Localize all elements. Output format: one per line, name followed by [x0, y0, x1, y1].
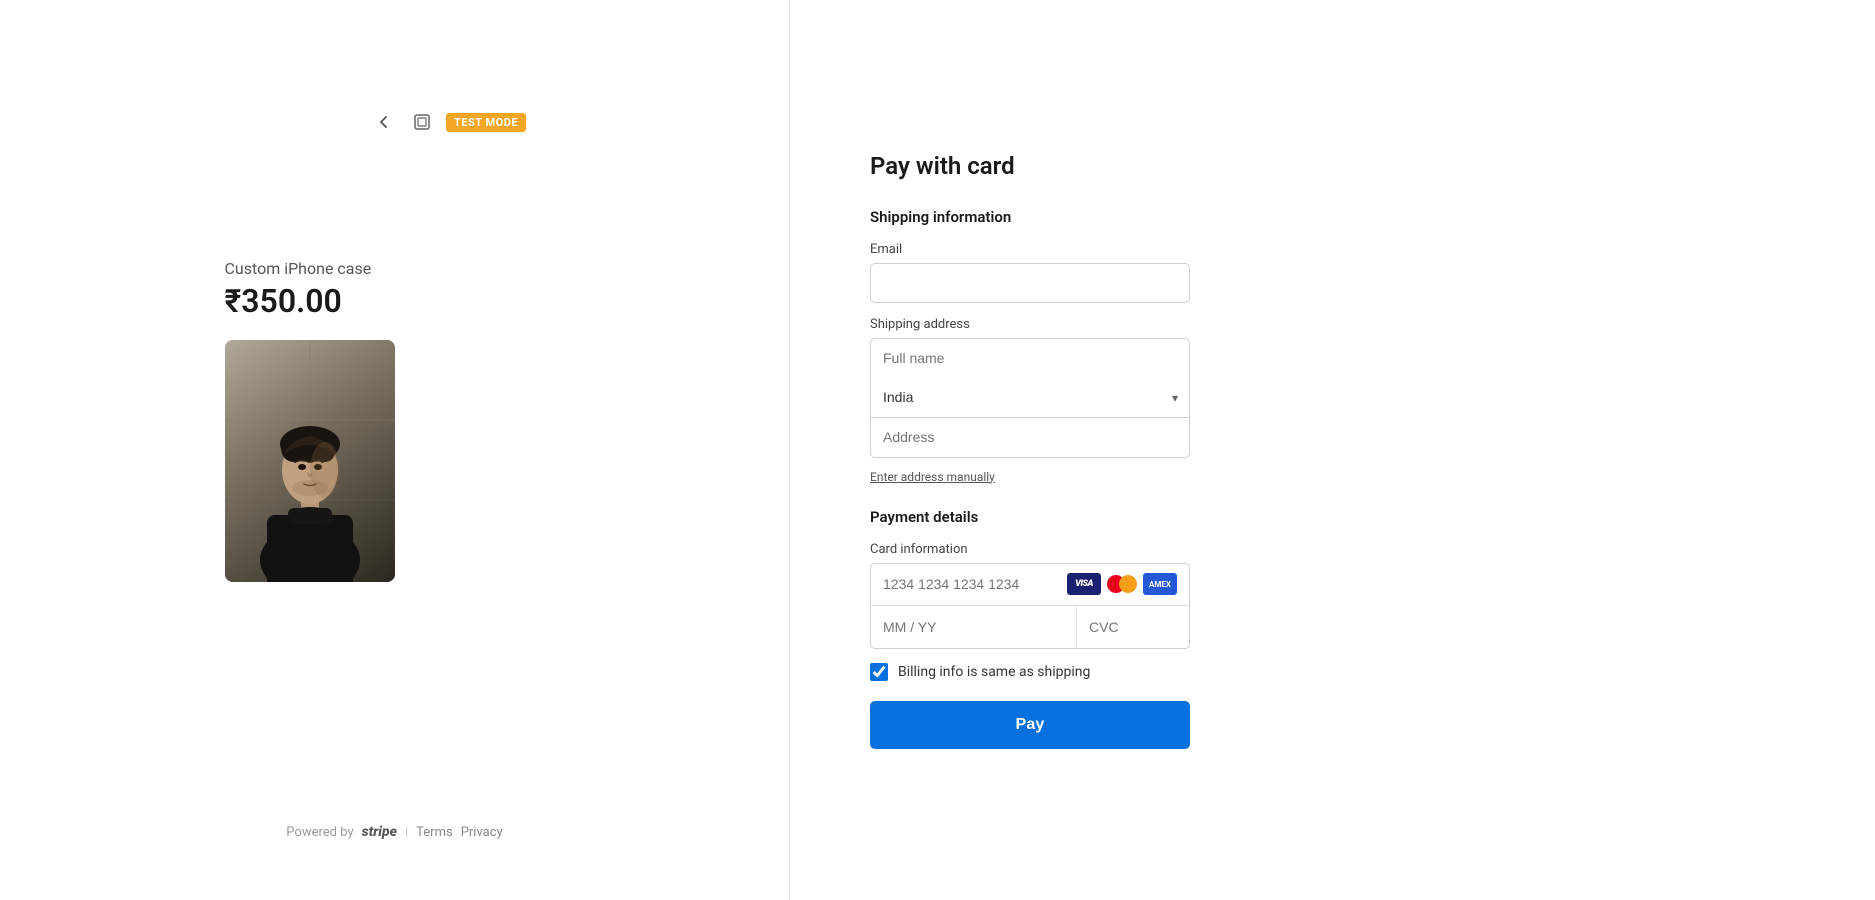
back-button[interactable]	[370, 108, 398, 136]
country-select[interactable]: India United States United Kingdom Canad…	[870, 378, 1190, 418]
email-label: Email	[870, 242, 1190, 257]
card-info-wrapper: VISA AMEX	[870, 563, 1190, 649]
stripe-logo: stripe	[362, 824, 397, 840]
expand-button[interactable]	[408, 108, 436, 136]
fullname-input[interactable]	[870, 338, 1190, 378]
pay-button[interactable]: Pay	[870, 701, 1190, 749]
shipping-section-title: Shipping information	[870, 208, 1011, 226]
left-panel: TEST MODE Custom iPhone case ₹350.00	[0, 0, 790, 900]
shipping-address-group: Shipping address India United States Uni…	[870, 317, 1190, 458]
billing-same-checkbox[interactable]	[870, 663, 888, 681]
test-mode-badge: TEST MODE	[446, 113, 526, 132]
product-info: Custom iPhone case ₹350.00	[225, 259, 565, 582]
address-label: Shipping address	[870, 317, 1190, 332]
card-expiry-cvc-row: 10	[871, 606, 1189, 648]
card-number-row: VISA AMEX	[871, 564, 1189, 606]
terms-link[interactable]: Terms	[416, 825, 453, 840]
mastercard-icon	[1105, 573, 1139, 595]
enter-manually-link[interactable]: Enter address manually	[870, 470, 995, 484]
top-bar: TEST MODE	[370, 108, 526, 136]
card-icons: VISA AMEX	[1067, 573, 1177, 595]
email-input[interactable]	[870, 263, 1190, 303]
powered-by-text: Powered by	[286, 825, 353, 840]
card-number-input[interactable]	[883, 576, 1067, 592]
payment-section: Payment details Card information VISA AM…	[870, 508, 1190, 749]
payment-section-title: Payment details	[870, 508, 1190, 526]
card-info-label: Card information	[870, 542, 1190, 557]
product-price: ₹350.00	[225, 282, 565, 320]
amex-icon: AMEX	[1143, 573, 1177, 595]
right-panel: Pay with card Shipping information Email…	[790, 0, 1875, 900]
footer-divider: |	[405, 825, 408, 840]
address-input[interactable]	[870, 418, 1190, 458]
product-name: Custom iPhone case	[225, 259, 565, 278]
billing-same-label: Billing info is same as shipping	[898, 664, 1090, 680]
product-image	[225, 340, 395, 582]
email-group: Email	[870, 242, 1190, 303]
page-title: Pay with card	[870, 152, 1015, 180]
cvc-wrapper: 10	[1077, 606, 1190, 648]
country-select-wrapper: India United States United Kingdom Canad…	[870, 378, 1190, 418]
privacy-link[interactable]: Privacy	[461, 825, 503, 840]
cvc-input[interactable]	[1089, 619, 1190, 635]
billing-checkbox-row: Billing info is same as shipping	[870, 663, 1190, 681]
expiry-input[interactable]	[871, 606, 1077, 648]
footer: Powered by stripe | Terms Privacy	[286, 824, 502, 840]
visa-icon: VISA	[1067, 573, 1101, 595]
